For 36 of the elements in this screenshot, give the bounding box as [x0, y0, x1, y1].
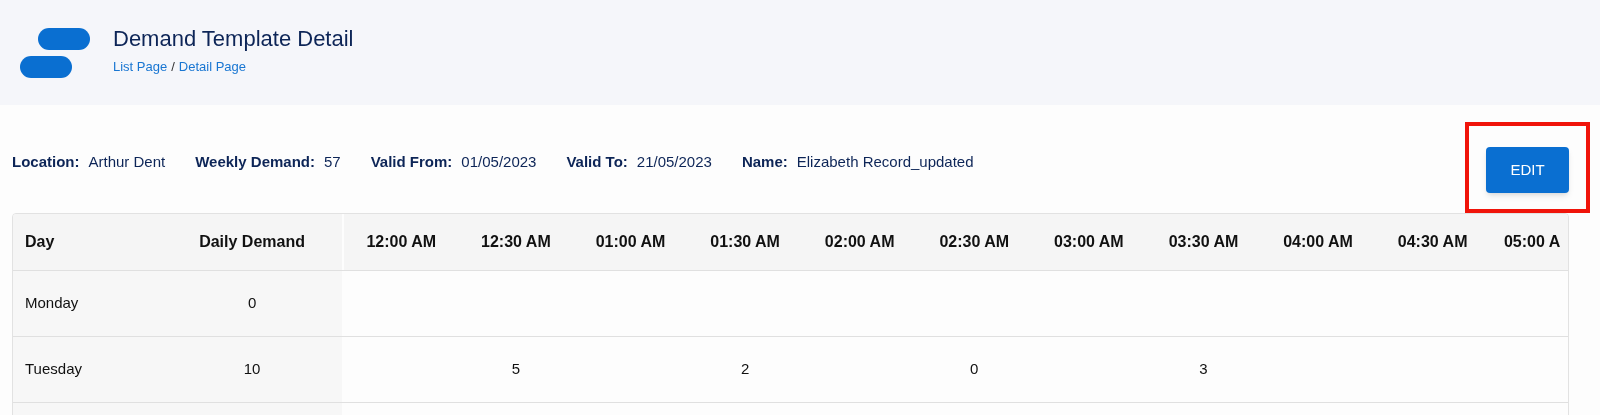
info-value: 21/05/2023: [636, 152, 712, 173]
table-cell-text: 3: [1199, 359, 1208, 380]
table-cell-text: Monday: [24, 293, 80, 314]
breadcrumb-separator: /: [171, 60, 175, 73]
breadcrumb-link[interactable]: List Page: [113, 60, 168, 73]
table-cell-text: 0: [970, 359, 979, 380]
table-cell-text: 0: [246, 293, 258, 314]
info-value: Elizabeth Record_updated: [796, 152, 974, 173]
info-label: Name:: [741, 152, 788, 173]
breadcrumb-link[interactable]: Detail Page: [178, 60, 247, 73]
page-title: Demand Template Detail: [113, 28, 354, 50]
column-header: Day: [24, 232, 56, 252]
info-value: 57: [323, 152, 341, 173]
column-header: 05:00 A: [1503, 232, 1561, 252]
column-header: 12:00 AM: [366, 232, 437, 252]
column-header: 01:30 AM: [710, 232, 780, 252]
column-header: 03:00 AM: [1054, 232, 1124, 252]
column-header: 04:00 AM: [1283, 232, 1353, 252]
table-cell-text: 5: [511, 359, 521, 380]
info-label: Location:: [12, 152, 80, 173]
edit-button[interactable]: EDIT: [1486, 147, 1569, 193]
info-value: 01/05/2023: [461, 152, 537, 173]
table-cell-text: 10: [242, 359, 262, 380]
info-label: Valid From:: [370, 152, 453, 173]
table-cell-text: Tuesday: [24, 359, 83, 380]
column-header: 03:30 AM: [1168, 232, 1239, 252]
table-cell-text: 2: [740, 359, 750, 380]
column-header: 01:00 AM: [595, 232, 666, 252]
info-label: Weekly Demand:: [195, 152, 315, 173]
info-label: Valid To:: [566, 152, 628, 173]
info-value: Arthur Dent: [88, 152, 166, 173]
column-header: Daily Demand: [198, 232, 306, 252]
column-header: 12:30 AM: [481, 232, 551, 252]
column-header: 04:30 AM: [1397, 232, 1468, 252]
column-header: 02:30 AM: [939, 232, 1010, 252]
column-header: 02:00 AM: [824, 232, 895, 252]
